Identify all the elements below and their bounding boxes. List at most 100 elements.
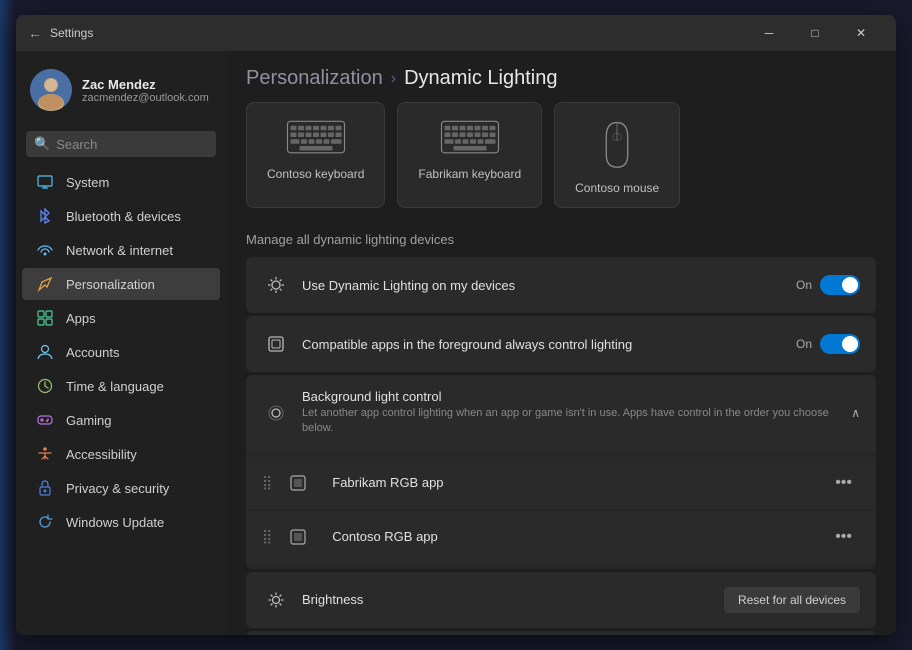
personalization-icon xyxy=(36,275,54,293)
sidebar-item-personalization-label: Personalization xyxy=(66,277,155,292)
sidebar-item-accounts-label: Accounts xyxy=(66,345,119,360)
titlebar: ← Settings ─ □ ✕ xyxy=(16,15,896,51)
breadcrumb-arrow: › xyxy=(391,70,396,88)
maximize-button[interactable]: □ xyxy=(792,15,838,51)
use-dynamic-control: On xyxy=(796,275,860,295)
sidebar-item-bluetooth[interactable]: Bluetooth & devices xyxy=(22,200,220,232)
accessibility-icon xyxy=(36,445,54,463)
sidebar-item-accounts[interactable]: Accounts xyxy=(22,336,220,368)
brightness-title: Brightness xyxy=(302,592,724,607)
device-cards: Contoso keyboard xyxy=(226,102,896,224)
update-icon xyxy=(36,513,54,531)
contoso-rgb-text: Contoso RGB app xyxy=(332,529,827,544)
accounts-icon xyxy=(36,343,54,361)
effects-row: Effects Choose color themes and effects … xyxy=(246,631,876,635)
sidebar-item-accessibility-label: Accessibility xyxy=(66,447,137,462)
contoso-rgb-title: Contoso RGB app xyxy=(332,529,827,544)
search-icon: 🔍 xyxy=(34,136,50,152)
device-card-fabrikam-keyboard-name: Fabrikam keyboard xyxy=(418,167,521,181)
sidebar-item-update[interactable]: Windows Update xyxy=(22,506,220,538)
sidebar-item-time-label: Time & language xyxy=(66,379,164,394)
compatible-apps-row: Compatible apps in the foreground always… xyxy=(246,316,876,372)
sidebar-item-bluetooth-label: Bluetooth & devices xyxy=(66,209,181,224)
fabrikam-rgb-title: Fabrikam RGB app xyxy=(332,475,827,490)
compatible-apps-toggle-label: On xyxy=(796,337,812,351)
user-email: zacmendez@outlook.com xyxy=(82,92,209,104)
minimize-button[interactable]: ─ xyxy=(746,15,792,51)
sidebar-item-gaming[interactable]: Gaming xyxy=(22,404,220,436)
fabrikam-rgb-more-button[interactable]: ••• xyxy=(827,470,860,496)
sidebar-item-time[interactable]: Time & language xyxy=(22,370,220,402)
use-dynamic-row: Use Dynamic Lighting on my devices On xyxy=(246,257,876,313)
drag-handle-contoso[interactable]: ⣿ xyxy=(262,528,272,545)
sidebar-item-apps-label: Apps xyxy=(66,311,96,326)
use-dynamic-icon xyxy=(262,271,290,299)
device-card-contoso-keyboard[interactable]: Contoso keyboard xyxy=(246,102,385,208)
sidebar-item-network[interactable]: Network & internet xyxy=(22,234,220,266)
sidebar-item-network-label: Network & internet xyxy=(66,243,173,258)
sidebar-item-privacy-label: Privacy & security xyxy=(66,481,169,496)
settings-window: ← Settings ─ □ ✕ xyxy=(16,15,896,635)
gaming-icon xyxy=(36,411,54,429)
compatible-apps-control: On xyxy=(796,334,860,354)
brightness-text: Brightness xyxy=(302,592,724,607)
sidebar: Zac Mendez zacmendez@outlook.com 🔍 Syste… xyxy=(16,51,226,635)
compatible-apps-text: Compatible apps in the foreground always… xyxy=(302,337,796,352)
fabrikam-keyboard-icon xyxy=(440,119,500,155)
breadcrumb-current: Dynamic Lighting xyxy=(404,67,557,90)
device-card-contoso-mouse[interactable]: Contoso mouse xyxy=(554,102,680,208)
apps-icon xyxy=(36,309,54,327)
avatar xyxy=(30,69,72,111)
sidebar-item-system-label: System xyxy=(66,175,109,190)
brightness-control: Reset for all devices xyxy=(724,587,860,613)
breadcrumb: Personalization › Dynamic Lighting xyxy=(226,51,896,102)
sidebar-item-privacy[interactable]: Privacy & security xyxy=(22,472,220,504)
search-box[interactable]: 🔍 xyxy=(26,131,216,157)
manage-header: Manage all dynamic lighting devices xyxy=(226,224,896,257)
use-dynamic-title: Use Dynamic Lighting on my devices xyxy=(302,278,796,293)
avatar-image xyxy=(30,69,72,111)
sidebar-item-update-label: Windows Update xyxy=(66,515,164,530)
sub-row-fabrikam: ⣿ Fabrikam RGB app ••• xyxy=(246,457,876,509)
compatible-apps-toggle[interactable] xyxy=(820,334,860,354)
sidebar-item-personalization[interactable]: Personalization xyxy=(22,268,220,300)
background-light-control: ∧ xyxy=(851,406,860,420)
close-button[interactable]: ✕ xyxy=(838,15,884,51)
avatar-inner xyxy=(30,69,72,111)
settings-rows: Use Dynamic Lighting on my devices On Co… xyxy=(226,257,896,635)
system-icon xyxy=(36,173,54,191)
time-icon xyxy=(36,377,54,395)
device-card-contoso-keyboard-name: Contoso keyboard xyxy=(267,167,364,181)
expanded-section: ⣿ Fabrikam RGB app ••• ⣿ xyxy=(246,451,876,569)
back-icon[interactable]: ← xyxy=(28,25,42,41)
contoso-keyboard-icon xyxy=(286,119,346,155)
bluetooth-icon xyxy=(36,207,54,225)
background-light-desc: Let another app control lighting when an… xyxy=(302,406,851,437)
sidebar-item-gaming-label: Gaming xyxy=(66,413,112,428)
use-dynamic-toggle-label: On xyxy=(796,278,812,292)
background-light-icon xyxy=(262,399,290,427)
privacy-icon xyxy=(36,479,54,497)
device-card-contoso-mouse-name: Contoso mouse xyxy=(575,181,659,195)
sidebar-item-accessibility[interactable]: Accessibility xyxy=(22,438,220,470)
use-dynamic-text: Use Dynamic Lighting on my devices xyxy=(302,278,796,293)
search-input[interactable] xyxy=(56,137,208,152)
titlebar-left: ← Settings xyxy=(28,25,93,41)
compatible-apps-icon xyxy=(262,330,290,358)
user-name: Zac Mendez xyxy=(82,77,209,92)
sidebar-item-apps[interactable]: Apps xyxy=(22,302,220,334)
fabrikam-rgb-icon xyxy=(284,469,312,497)
background-light-text: Background light control Let another app… xyxy=(302,389,851,437)
use-dynamic-toggle[interactable] xyxy=(820,275,860,295)
brightness-reset-button[interactable]: Reset for all devices xyxy=(724,587,860,613)
network-icon xyxy=(36,241,54,259)
device-card-fabrikam-keyboard[interactable]: Fabrikam keyboard xyxy=(397,102,542,208)
user-profile[interactable]: Zac Mendez zacmendez@outlook.com xyxy=(16,59,226,127)
contoso-rgb-icon xyxy=(284,523,312,551)
main-layout: Zac Mendez zacmendez@outlook.com 🔍 Syste… xyxy=(16,51,896,635)
sidebar-item-system[interactable]: System xyxy=(22,166,220,198)
contoso-mouse-icon xyxy=(597,119,637,169)
contoso-rgb-more-button[interactable]: ••• xyxy=(827,524,860,550)
expand-arrow[interactable]: ∧ xyxy=(851,406,860,420)
drag-handle-fabrikam[interactable]: ⣿ xyxy=(262,474,272,491)
